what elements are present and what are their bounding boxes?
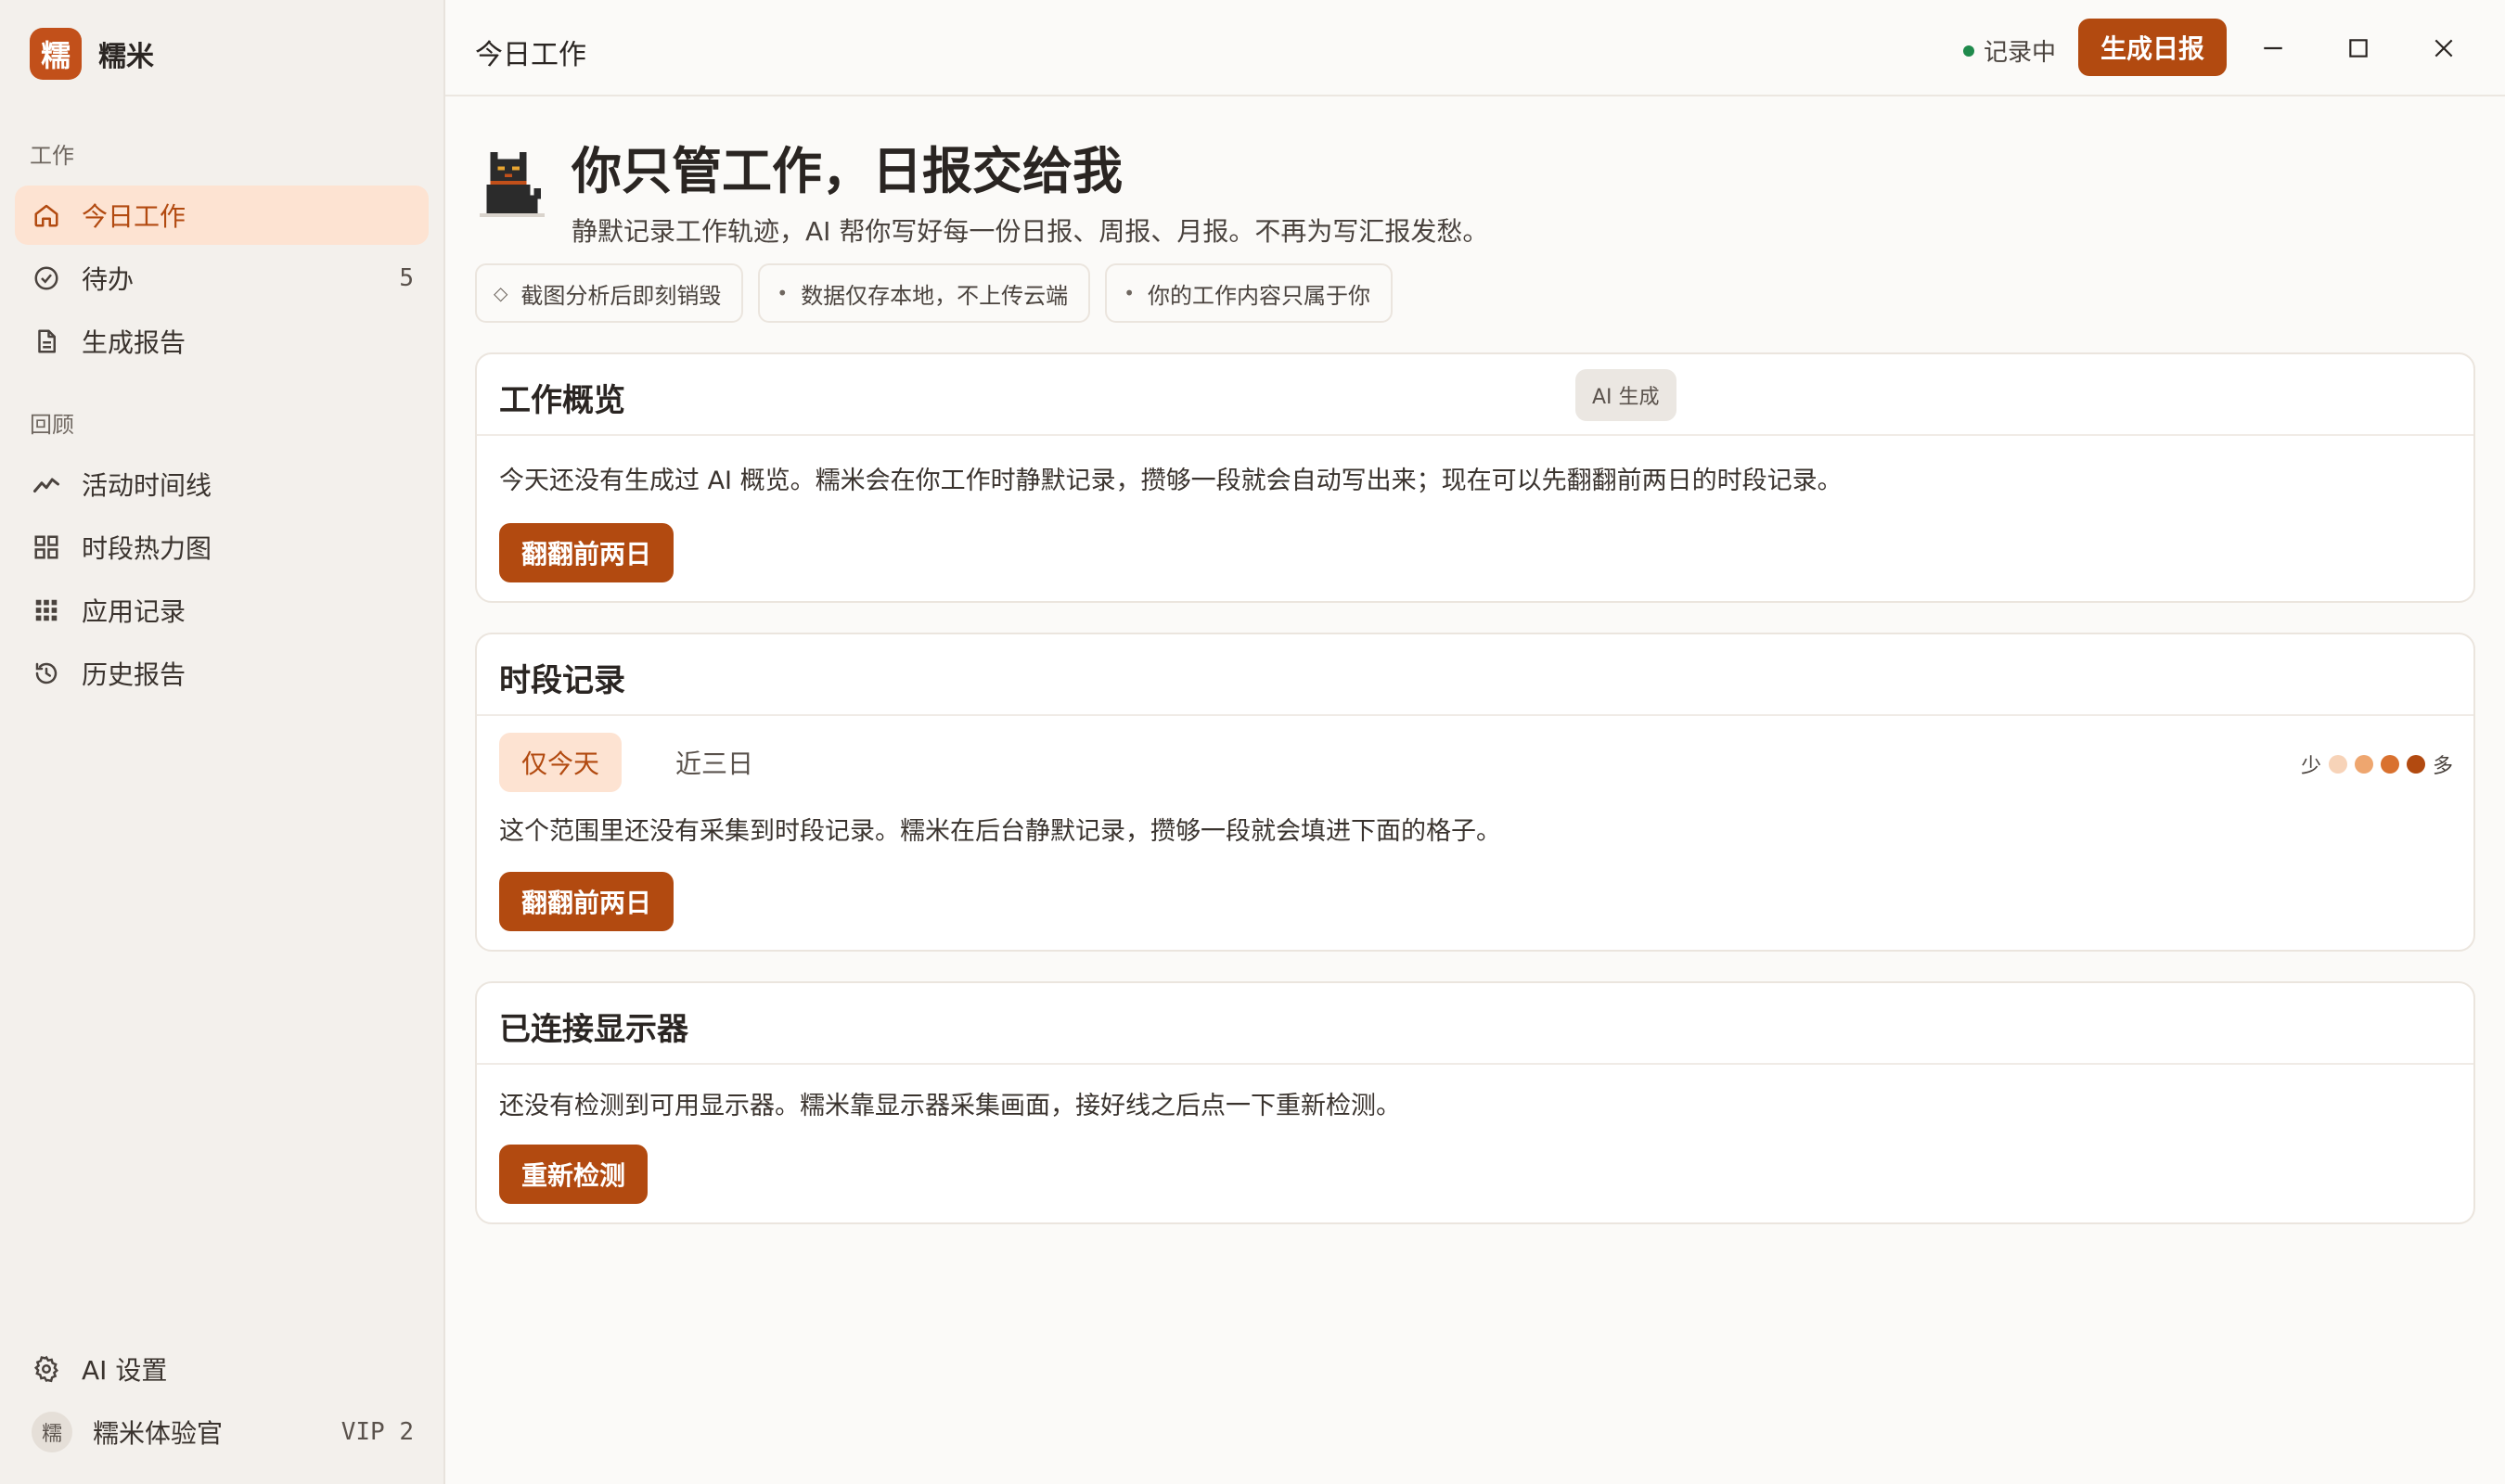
top-bar: 今日工作 记录中 生成日报 xyxy=(445,0,2505,96)
grid-icon xyxy=(32,532,61,562)
status-dot-icon xyxy=(1963,45,1974,57)
legend-dot xyxy=(2354,755,2373,774)
legend-high-label: 多 xyxy=(2432,755,2453,778)
recording-status-label: 记录中 xyxy=(1984,39,2057,67)
card-header: 已连接显示器 xyxy=(477,983,2473,1065)
bullet-icon: • xyxy=(1124,282,1135,304)
tab-today-only[interactable]: 仅今天 xyxy=(499,733,623,792)
check-circle-icon xyxy=(32,263,61,293)
gear-icon xyxy=(32,1354,61,1384)
diamond-icon: ◇ xyxy=(494,282,508,304)
card-title: 已连接显示器 xyxy=(499,1011,688,1048)
browse-previous-days-button[interactable]: 翻翻前两日 xyxy=(499,872,674,931)
avatar: 糯 xyxy=(32,1412,72,1452)
legend-dot xyxy=(2406,755,2425,774)
legend-dot xyxy=(2328,755,2347,774)
ai-settings-label: AI 设置 xyxy=(82,1355,168,1386)
sidebar-item-label: 历史报告 xyxy=(82,659,186,690)
minimize-button[interactable] xyxy=(2253,28,2293,69)
card-title: 时段记录 xyxy=(499,662,625,699)
tab-last-three-days[interactable]: 近三日 xyxy=(653,733,776,792)
user-profile[interactable]: 糯 糯米体验官 VIP 2 xyxy=(15,1404,429,1460)
sidebar-item-timeline[interactable]: 活动时间线 xyxy=(15,454,429,514)
apps-grid-icon xyxy=(32,595,61,625)
recording-status: 记录中 xyxy=(1963,33,2056,68)
redetect-displays-button[interactable]: 重新检测 xyxy=(499,1145,649,1204)
sidebar-item-today[interactable]: 今日工作 xyxy=(15,186,429,245)
close-button[interactable] xyxy=(2423,28,2464,69)
pixel-cat-icon xyxy=(479,151,546,218)
legend-low-label: 少 xyxy=(2300,755,2321,778)
vip-level: VIP 2 xyxy=(340,1418,414,1446)
displays-empty-text: 还没有检测到可用显示器。糯米靠显示器采集画面，接好线之后点一下重新检测。 xyxy=(499,1092,1401,1120)
close-icon xyxy=(2434,39,2453,58)
app-name: 糯米 xyxy=(98,41,154,73)
chip-text: 你的工作内容只属于你 xyxy=(1147,282,1370,309)
history-icon xyxy=(32,659,61,688)
chip-local-storage: • 数据仅存本地，不上传云端 xyxy=(758,263,1091,323)
sidebar-item-apps[interactable]: 应用记录 xyxy=(15,581,429,640)
trend-line-icon xyxy=(32,469,61,499)
sidebar-item-reports[interactable]: 生成报告 xyxy=(15,312,429,371)
privacy-chips: ◇ 截图分析后即刻销毁 • 数据仅存本地，不上传云端 • 你的工作内容只属于你 xyxy=(475,263,1393,323)
chip-text: 截图分析后即刻销毁 xyxy=(520,282,722,309)
sidebar-item-label: 待办 xyxy=(82,264,135,295)
sidebar-item-history[interactable]: 历史报告 xyxy=(15,644,429,703)
minimize-icon xyxy=(2264,46,2282,50)
maximize-icon xyxy=(2349,39,2368,58)
app-logo: 糯 xyxy=(30,28,82,80)
page-title: 今日工作 xyxy=(475,39,586,71)
brand: 糯 糯米 xyxy=(30,28,154,80)
sidebar: 糯 糯米 工作 今日工作 待办 5 生成报告 回顾 活动时间线 时段热力图 应用… xyxy=(0,0,445,1484)
sidebar-item-label: 应用记录 xyxy=(82,596,186,627)
browse-previous-days-button[interactable]: 翻翻前两日 xyxy=(499,523,674,582)
sidebar-item-todo[interactable]: 待办 5 xyxy=(15,249,429,308)
sidebar-item-label: 生成报告 xyxy=(82,327,186,358)
hero-subtitle: 静默记录工作轨迹，AI 帮你写好每一份日报、周报、月报。不再为写汇报发愁。 xyxy=(572,216,1489,247)
card-header: 时段记录 xyxy=(477,634,2473,716)
work-overview-card: 工作概览 AI 生成 今天还没有生成过 AI 概览。糯米会在你工作时静默记录，攒… xyxy=(475,352,2475,603)
overview-empty-text: 今天还没有生成过 AI 概览。糯米会在你工作时静默记录，攒够一段就会自动写出来；… xyxy=(499,467,1843,495)
sidebar-item-label: 活动时间线 xyxy=(82,470,212,501)
heatmap-legend: 少 多 xyxy=(2301,749,2453,779)
chip-text: 数据仅存本地，不上传云端 xyxy=(801,282,1069,309)
sidebar-item-label: 时段热力图 xyxy=(82,533,212,564)
connected-displays-card: 已连接显示器 还没有检测到可用显示器。糯米靠显示器采集画面，接好线之后点一下重新… xyxy=(475,981,2475,1224)
card-title: 工作概览 xyxy=(499,382,625,419)
bullet-icon: • xyxy=(777,282,789,304)
chip-screenshot-destroyed: ◇ 截图分析后即刻销毁 xyxy=(475,263,744,323)
sidebar-item-label: 今日工作 xyxy=(82,201,186,232)
user-name: 糯米体验官 xyxy=(93,1418,224,1449)
section-label-work: 工作 xyxy=(30,143,74,169)
sidebar-item-ai-settings[interactable]: AI 设置 xyxy=(15,1341,429,1397)
legend-dot xyxy=(2380,755,2399,774)
generate-daily-report-button[interactable]: 生成日报 xyxy=(2078,19,2227,76)
maximize-button[interactable] xyxy=(2338,28,2379,69)
chip-content-yours: • 你的工作内容只属于你 xyxy=(1105,263,1393,323)
home-icon xyxy=(32,200,61,230)
section-label-review: 回顾 xyxy=(30,412,74,438)
periods-empty-text: 这个范围里还没有采集到时段记录。糯米在后台静默记录，攒够一段就会填进下面的格子。 xyxy=(499,817,1501,846)
todo-count-badge: 5 xyxy=(399,264,414,292)
ai-generated-badge: AI 生成 xyxy=(1575,369,1676,421)
sidebar-item-heatmap[interactable]: 时段热力图 xyxy=(15,518,429,577)
time-periods-card: 时段记录 仅今天 近三日 少 多 这个范围里还没有采集到时段记录。糯米在后台静默… xyxy=(475,633,2475,952)
document-icon xyxy=(32,326,61,356)
hero-title: 你只管工作，日报交给我 xyxy=(572,142,1123,200)
card-header: 工作概览 AI 生成 xyxy=(477,354,2473,436)
